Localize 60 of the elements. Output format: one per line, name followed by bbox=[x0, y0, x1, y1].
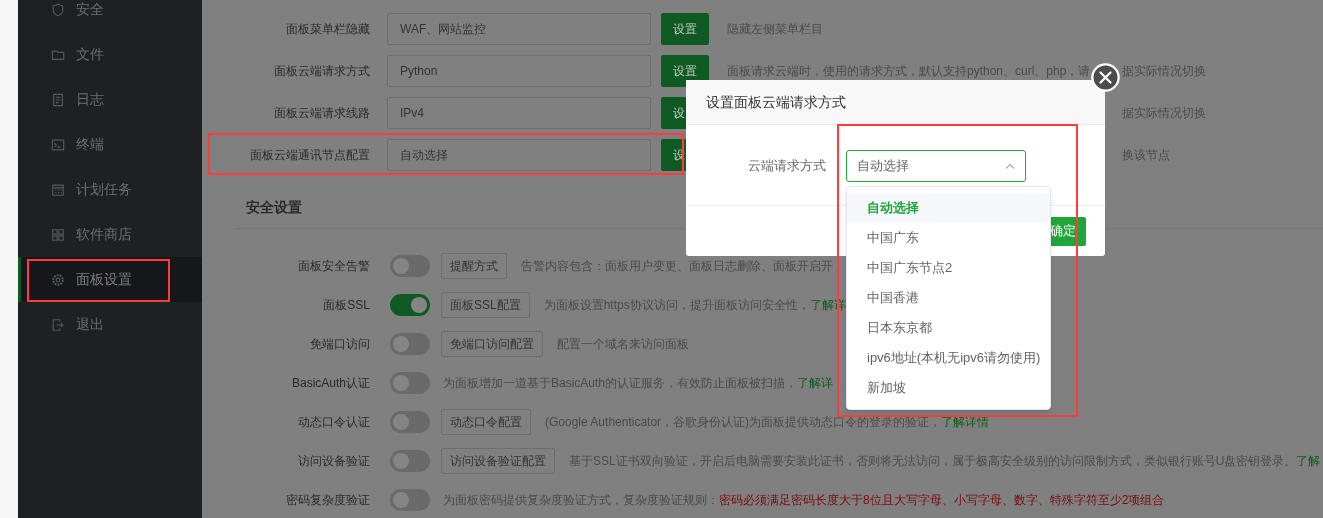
dialog-title: 设置面板云端请求方式 bbox=[706, 92, 846, 112]
setting-label: 面板SSL bbox=[322, 296, 370, 314]
config-button[interactable]: 提醒方式 bbox=[441, 252, 507, 279]
dropdown-option[interactable]: 新加坡 bbox=[847, 373, 1050, 403]
set-button[interactable]: 设置 bbox=[661, 13, 709, 45]
terminal-icon bbox=[51, 137, 65, 152]
sidebar-item[interactable]: 日志 bbox=[18, 77, 202, 122]
setting-label: 访问设备验证 bbox=[297, 452, 370, 470]
dropdown-option[interactable]: 日本东京都 bbox=[847, 313, 1050, 343]
setting-label: 密码复杂度验证 bbox=[285, 491, 370, 509]
dropdown-option[interactable]: 中国广东节点2 bbox=[847, 253, 1050, 283]
config-button[interactable]: 面板SSL配置 bbox=[441, 291, 530, 318]
config-button[interactable]: 免端口访问配置 bbox=[441, 330, 543, 357]
toggle-switch[interactable] bbox=[390, 371, 430, 394]
sidebar-item[interactable]: 退出 bbox=[18, 302, 202, 347]
sidebar-item[interactable]: 终端 bbox=[18, 122, 202, 167]
toggle-switch[interactable] bbox=[390, 293, 430, 316]
field-label: 云端请求方式 bbox=[747, 156, 826, 175]
setting-label: BasicAuth认证 bbox=[290, 374, 370, 392]
settings-icon bbox=[51, 272, 65, 287]
close-icon[interactable] bbox=[1091, 63, 1120, 92]
setting-label: 面板安全告警 bbox=[297, 257, 370, 275]
setting-input[interactable]: WAF、网站监控 bbox=[387, 13, 651, 45]
chevron-icon bbox=[1005, 162, 1015, 169]
select-field[interactable]: 自动选择 bbox=[846, 149, 1026, 182]
dropdown-option[interactable]: ipv6地址(本机无ipv6请勿使用) bbox=[847, 343, 1050, 373]
config-button[interactable]: 访问设备验证配置 bbox=[441, 447, 555, 474]
setting-label: 面板云端通讯节点配置 bbox=[249, 147, 370, 164]
toggle-switch[interactable] bbox=[390, 488, 430, 511]
setting-label: 面板菜单栏隐藏 bbox=[285, 21, 370, 38]
toggle-switch[interactable] bbox=[390, 449, 430, 472]
setting-label: 免端口访问 bbox=[309, 335, 370, 353]
sidebar-item[interactable]: 安全 bbox=[18, 0, 202, 32]
config-button[interactable]: 动态口令配置 bbox=[441, 408, 531, 435]
learn-more-link[interactable]: 了解 bbox=[1296, 453, 1321, 468]
logout-icon bbox=[51, 317, 65, 332]
toggle-switch[interactable] bbox=[390, 410, 430, 433]
dropdown-option[interactable]: 中国香港 bbox=[847, 283, 1050, 313]
sidebar-item[interactable]: 文件 bbox=[18, 32, 202, 77]
section-title: 安全设置 bbox=[246, 198, 302, 217]
setting-label: 面板云端请求线路 bbox=[273, 105, 370, 122]
grid-icon bbox=[51, 227, 65, 242]
toggle-switch[interactable] bbox=[390, 332, 430, 355]
shield-icon bbox=[51, 2, 65, 17]
learn-more-link[interactable]: 了解详情 bbox=[941, 414, 990, 429]
document-icon bbox=[51, 92, 65, 107]
folder-icon bbox=[51, 47, 65, 62]
setting-label: 面板云端请求方式 bbox=[273, 63, 370, 80]
learn-more-link[interactable]: 了解详 bbox=[797, 375, 834, 390]
sidebar-item[interactable]: 面板设置 bbox=[18, 257, 202, 302]
setting-input[interactable]: Python bbox=[387, 55, 651, 87]
setting-input[interactable]: IPv4 bbox=[387, 97, 651, 129]
sidebar-item[interactable]: 软件商店 bbox=[18, 212, 202, 257]
calendar-icon bbox=[51, 182, 65, 197]
toggle-switch[interactable] bbox=[390, 254, 430, 277]
dropdown-option[interactable]: 自动选择 bbox=[847, 193, 1050, 223]
setting-input[interactable]: 自动选择 bbox=[387, 139, 651, 171]
set-button[interactable]: 设置 bbox=[661, 55, 709, 87]
sidebar-item[interactable]: 计划任务 bbox=[18, 167, 202, 212]
setting-label: 动态口令认证 bbox=[297, 413, 370, 431]
